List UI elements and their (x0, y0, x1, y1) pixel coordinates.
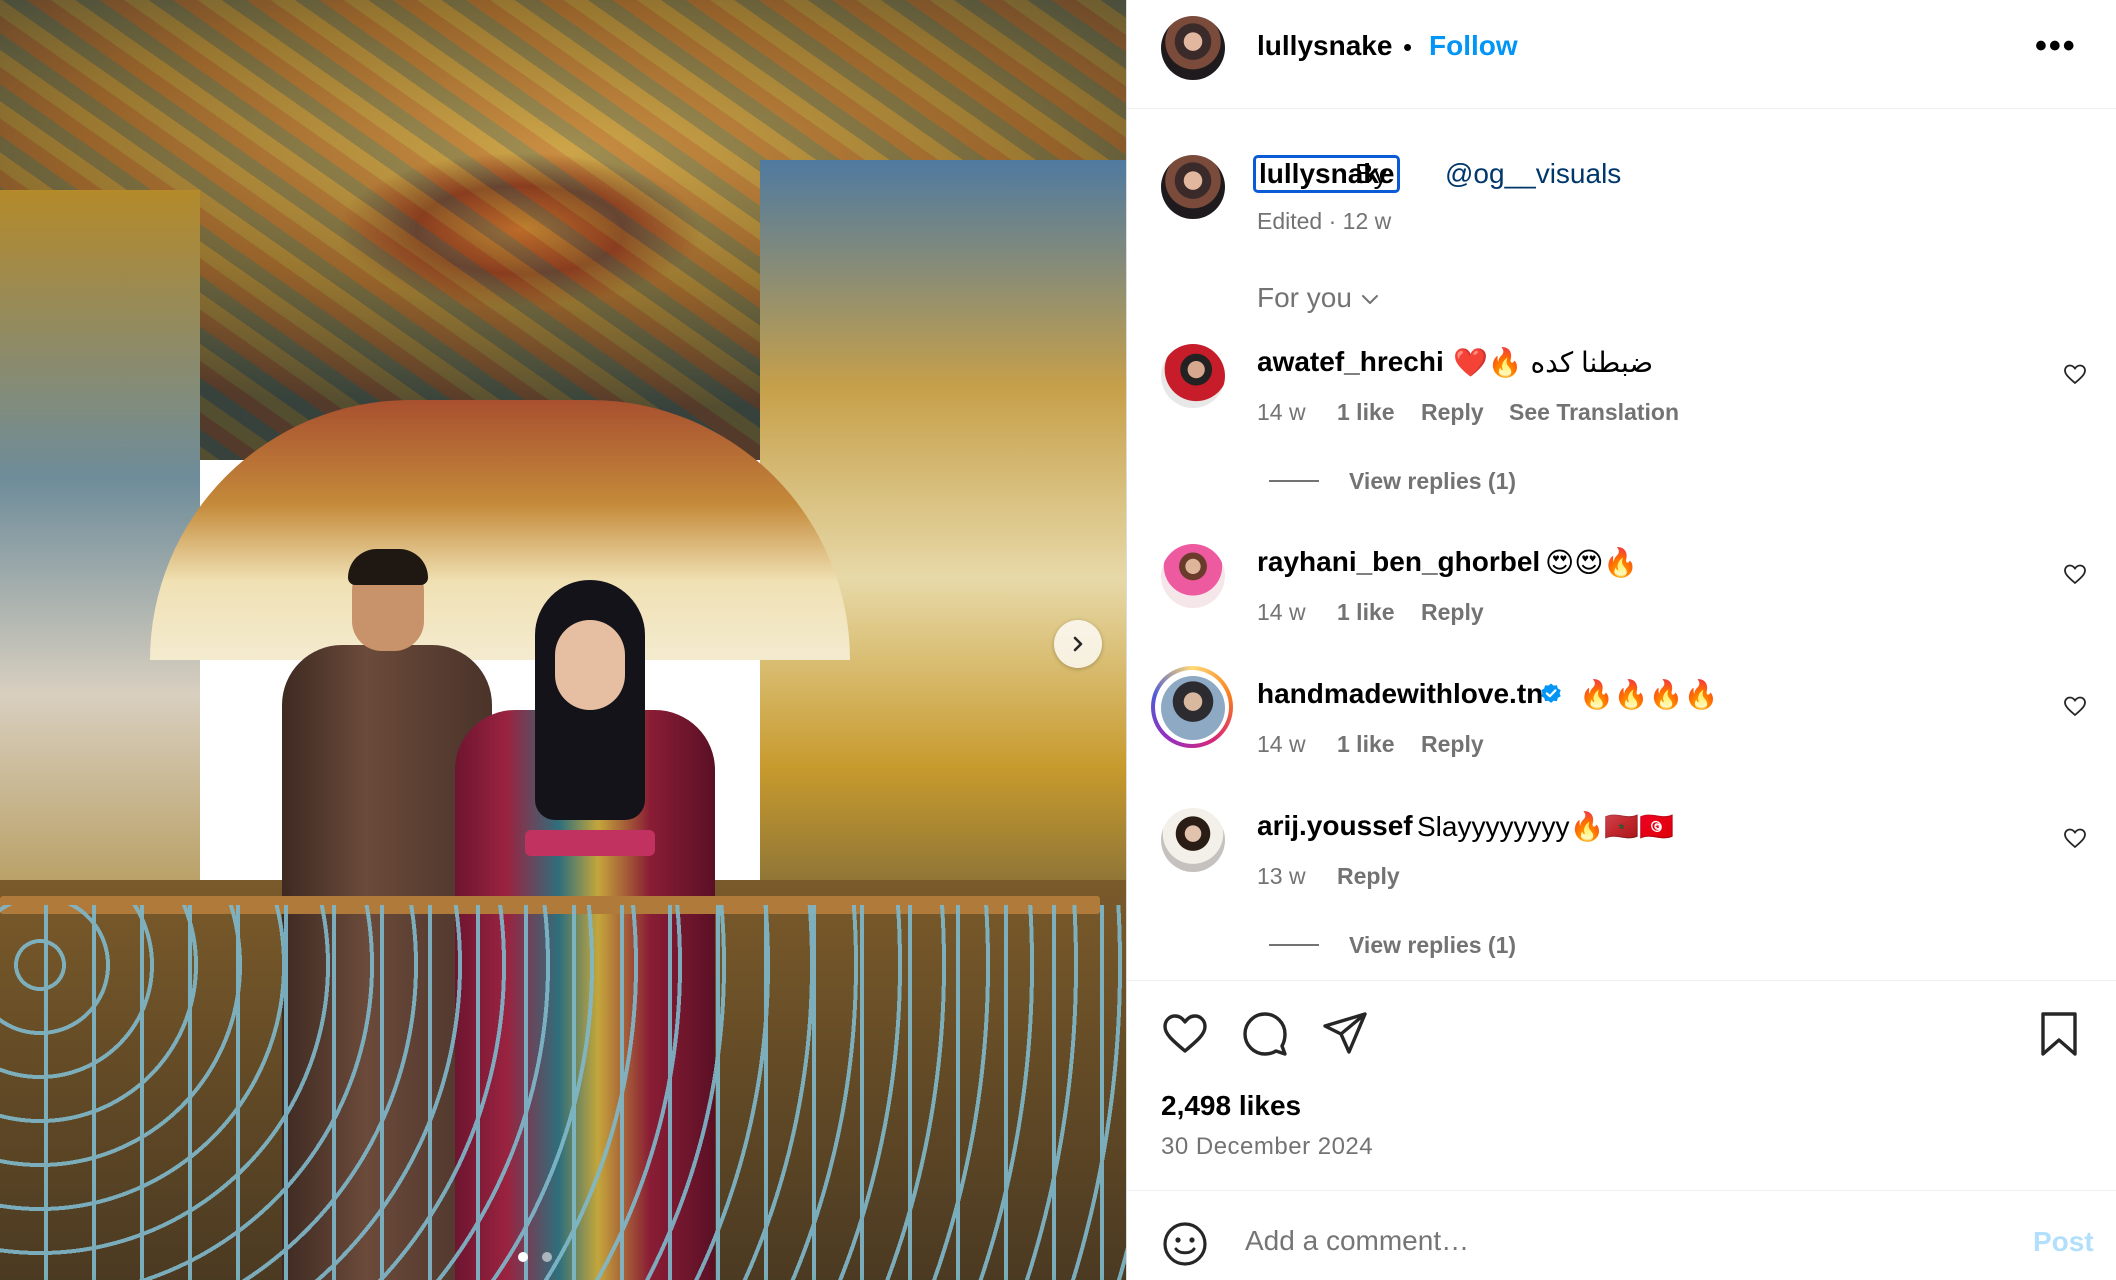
next-image-button[interactable] (1054, 620, 1102, 668)
caption-text: By (1355, 158, 1388, 189)
author-username[interactable]: lullysnake (1257, 30, 1392, 62)
comment-likes[interactable]: 1 like (1337, 599, 1395, 626)
see-translation-button[interactable]: See Translation (1509, 399, 1679, 426)
comment-text: 😍😍🔥 (1545, 547, 1639, 578)
heart-icon[interactable] (2063, 694, 2087, 718)
view-replies-button[interactable]: View replies (1) (1349, 932, 1516, 959)
left-wall (0, 190, 200, 910)
comment-time: 14 w (1257, 599, 1306, 625)
comment-time: 14 w (1257, 399, 1306, 425)
post-comment-button[interactable]: Post (2033, 1226, 2094, 1258)
reply-button[interactable]: Reply (1337, 863, 1400, 890)
caption-avatar[interactable] (1161, 155, 1225, 219)
comment-username[interactable]: awatef_hrechi (1257, 346, 1444, 378)
follow-button[interactable]: Follow (1429, 30, 1518, 62)
reply-button[interactable]: Reply (1421, 599, 1484, 626)
reply-button[interactable]: Reply (1421, 731, 1484, 758)
emoji-icon[interactable] (1161, 1220, 1209, 1268)
view-replies-line (1269, 944, 1319, 946)
chevron-down-icon[interactable] (1360, 290, 1380, 310)
commenter-avatar[interactable] (1161, 344, 1225, 408)
post-header: lullysnake • Follow ••• (1127, 0, 2116, 109)
more-options-button[interactable]: ••• (2035, 29, 2077, 63)
separator-dot: • (1403, 32, 1413, 62)
add-comment-input[interactable] (1243, 1224, 2007, 1258)
comment-sort-dropdown[interactable]: For you (1257, 282, 1352, 314)
comment-time: 13 w (1257, 863, 1306, 889)
caption-meta: Edited · 12 w (1257, 208, 1392, 234)
carousel-dot (542, 1252, 552, 1262)
heart-icon[interactable] (2063, 826, 2087, 850)
comment-username[interactable]: handmadewithlove.tn (1257, 678, 1543, 710)
post-media[interactable] (0, 0, 1126, 1280)
comment-text: ❤️🔥 ضبطنا كده (1453, 347, 1654, 378)
comment-likes[interactable]: 1 like (1337, 399, 1395, 426)
comment-time: 14 w (1257, 731, 1306, 757)
heart-icon[interactable] (2063, 562, 2087, 586)
comment-username[interactable]: arij.youssef (1257, 810, 1413, 842)
bookmark-icon[interactable] (2035, 1010, 2083, 1058)
verified-badge-icon (1541, 683, 1561, 703)
author-avatar[interactable] (1161, 16, 1225, 80)
section-divider (1127, 1190, 2116, 1191)
carousel-dot (518, 1252, 528, 1262)
chevron-right-icon (1073, 636, 1083, 652)
commenter-avatar[interactable] (1161, 676, 1225, 740)
commenter-avatar[interactable] (1161, 808, 1225, 872)
reply-button[interactable]: Reply (1421, 399, 1484, 426)
heart-icon[interactable] (2063, 362, 2087, 386)
view-replies-button[interactable]: View replies (1) (1349, 468, 1516, 495)
caption-mention-link[interactable]: @og__visuals (1445, 158, 1621, 190)
carousel-indicator (518, 1252, 552, 1262)
section-divider (1127, 980, 2116, 981)
post-side-panel: lullysnake • Follow ••• lullysnake By @o… (1126, 0, 2116, 1280)
comment-text: 🔥🔥🔥🔥 (1579, 679, 1719, 710)
comment-username[interactable]: rayhani_ben_ghorbel (1257, 546, 1540, 578)
likes-count[interactable]: 2,498 likes (1161, 1090, 1301, 1122)
post-date: 30 December 2024 (1161, 1133, 1374, 1160)
comment-icon[interactable] (1241, 1010, 1289, 1058)
send-icon[interactable] (1321, 1010, 1369, 1058)
balcony-railing (0, 905, 1126, 1280)
view-replies-line (1269, 480, 1319, 482)
comment-text: Slayyyyyyyy🔥🇲🇦🇹🇳 (1417, 811, 1675, 842)
commenter-avatar[interactable] (1161, 544, 1225, 608)
comment-likes[interactable]: 1 like (1337, 731, 1395, 758)
heart-icon[interactable] (1161, 1010, 1209, 1058)
